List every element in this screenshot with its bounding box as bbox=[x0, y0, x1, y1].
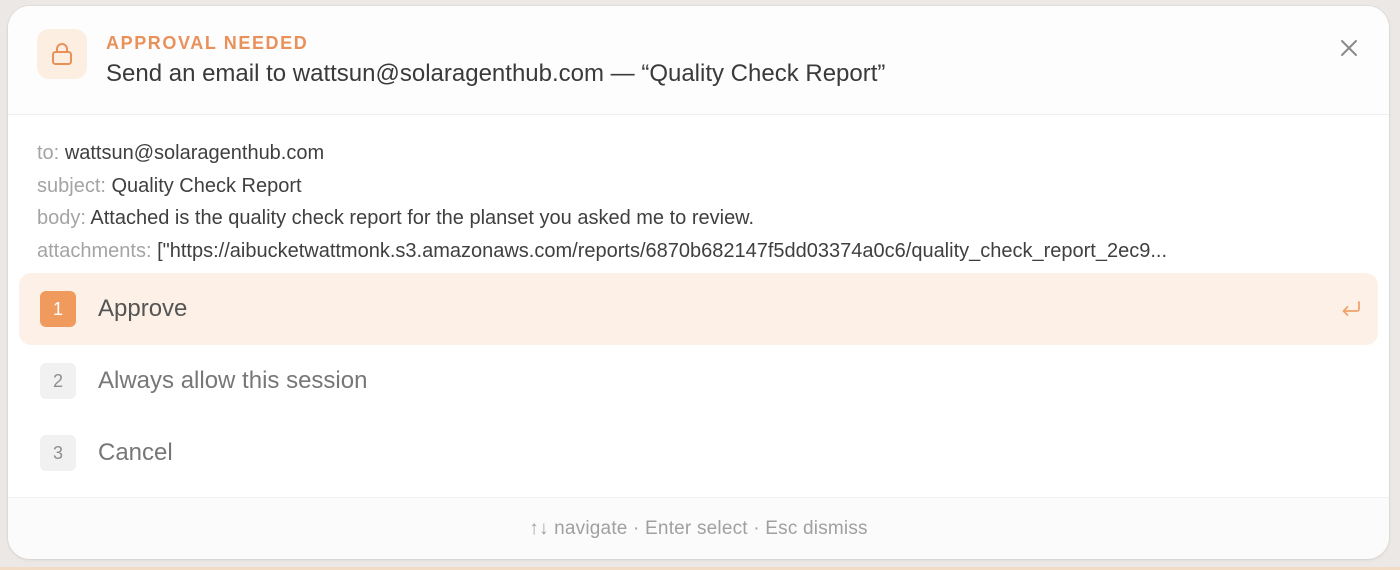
option-number-badge: 3 bbox=[40, 435, 76, 471]
approval-needed-label: APPROVAL NEEDED bbox=[106, 33, 309, 53]
option-number-badge: 1 bbox=[40, 291, 76, 327]
close-icon[interactable] bbox=[1337, 36, 1361, 60]
option-always-allow[interactable]: 2 Always allow this session bbox=[19, 345, 1378, 417]
lock-icon bbox=[37, 29, 87, 79]
approval-dialog: APPROVAL NEEDED Send an email to wattsun… bbox=[8, 6, 1389, 559]
subject-row: subject: Quality Check Report bbox=[37, 170, 1365, 203]
option-cancel[interactable]: 3 Cancel bbox=[19, 417, 1378, 489]
subject-label: subject: bbox=[37, 174, 106, 197]
body-row: body: Attached is the quality check repo… bbox=[37, 202, 1365, 235]
option-number-badge: 2 bbox=[40, 363, 76, 399]
option-label: Always allow this session bbox=[98, 367, 368, 394]
subject-value: Quality Check Report bbox=[111, 174, 302, 197]
options-list: 1 Approve 2 Always allow this session 3 … bbox=[19, 273, 1378, 489]
dialog-header: APPROVAL NEEDED Send an email to wattsun… bbox=[8, 6, 1389, 115]
to-row: to: wattsun@solaragenthub.com bbox=[37, 137, 1365, 170]
option-label: Cancel bbox=[98, 439, 173, 466]
keyboard-hint-footer: ↑↓ navigate · Enter select · Esc dismiss bbox=[8, 497, 1389, 559]
to-value: wattsun@solaragenthub.com bbox=[64, 142, 325, 164]
dialog-title: Send an email to wattsun@solaragenthub.c… bbox=[106, 60, 886, 87]
body-label: body: bbox=[37, 207, 86, 229]
attachments-label: attachments: bbox=[37, 239, 152, 262]
body-value: Attached is the quality check report for… bbox=[90, 207, 755, 229]
option-approve[interactable]: 1 Approve bbox=[19, 273, 1378, 345]
option-label: Approve bbox=[98, 295, 188, 322]
enter-key-icon bbox=[1338, 298, 1364, 320]
email-details: to: wattsun@solaragenthub.com subject: Q… bbox=[37, 137, 1365, 267]
attachments-row: attachments: ["https://aibucketwattmonk.… bbox=[37, 235, 1365, 268]
attachments-value: ["https://aibucketwattmonk.s3.amazonaws.… bbox=[157, 239, 1168, 262]
to-label: to: bbox=[37, 142, 60, 164]
keyboard-hint: ↑↓ navigate · Enter select · Esc dismiss bbox=[529, 517, 868, 539]
